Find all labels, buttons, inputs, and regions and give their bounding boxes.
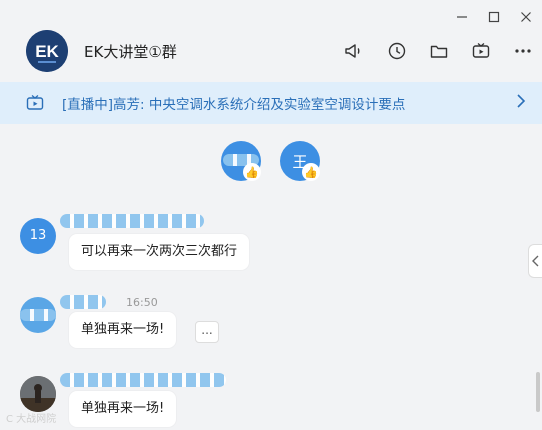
sender-nickname [60,214,204,228]
folder-icon [430,45,448,58]
sender-avatar[interactable]: 13 [20,218,56,254]
watermark: C 大战网院 [6,414,57,425]
more-button[interactable] [512,40,534,62]
close-button[interactable] [514,6,538,28]
files-button[interactable] [428,40,450,62]
chevron-right-icon[interactable] [514,93,528,109]
message-bubble[interactable]: 单独再来一场! [69,391,177,427]
announcement-button[interactable] [342,40,364,62]
logo-text: EK [35,42,59,61]
censored-avatar [20,309,56,321]
video-icon [472,43,490,58]
close-icon [521,12,531,22]
message-time: 16:50 [126,296,158,309]
minimize-icon [457,16,467,18]
group-name[interactable]: EK大讲堂①群 [84,41,177,62]
history-icon [388,42,406,60]
more-icon [515,49,531,53]
video-button[interactable] [470,40,492,62]
sender-nickname [60,373,226,387]
thumbs-up-icon: 👍 [302,163,320,181]
scrollbar[interactable] [536,372,540,412]
minimize-button[interactable] [450,6,474,28]
history-button[interactable] [386,40,408,62]
message-bubble[interactable]: 可以再来一次两次三次都行 [69,234,250,270]
maximize-button[interactable] [482,6,506,28]
live-tv-icon [26,95,44,110]
announcement-icon [345,44,360,58]
sender-nickname [60,295,106,309]
sender-avatar[interactable] [20,376,56,412]
chevron-left-icon [532,255,539,267]
live-banner-text[interactable]: [直播中]高芳: 中央空调水系统介绍及实验室空调设计要点 [62,93,405,113]
group-avatar[interactable]: EK [26,30,68,72]
sender-avatar[interactable] [20,297,56,333]
message-bubble[interactable]: 单独再来一场! [69,312,177,348]
side-panel-toggle[interactable] [528,244,542,278]
photo-avatar-image [20,376,56,412]
maximize-icon [488,11,500,23]
message-more-button[interactable]: ... [195,321,219,343]
thumbs-up-icon: 👍 [243,163,261,181]
